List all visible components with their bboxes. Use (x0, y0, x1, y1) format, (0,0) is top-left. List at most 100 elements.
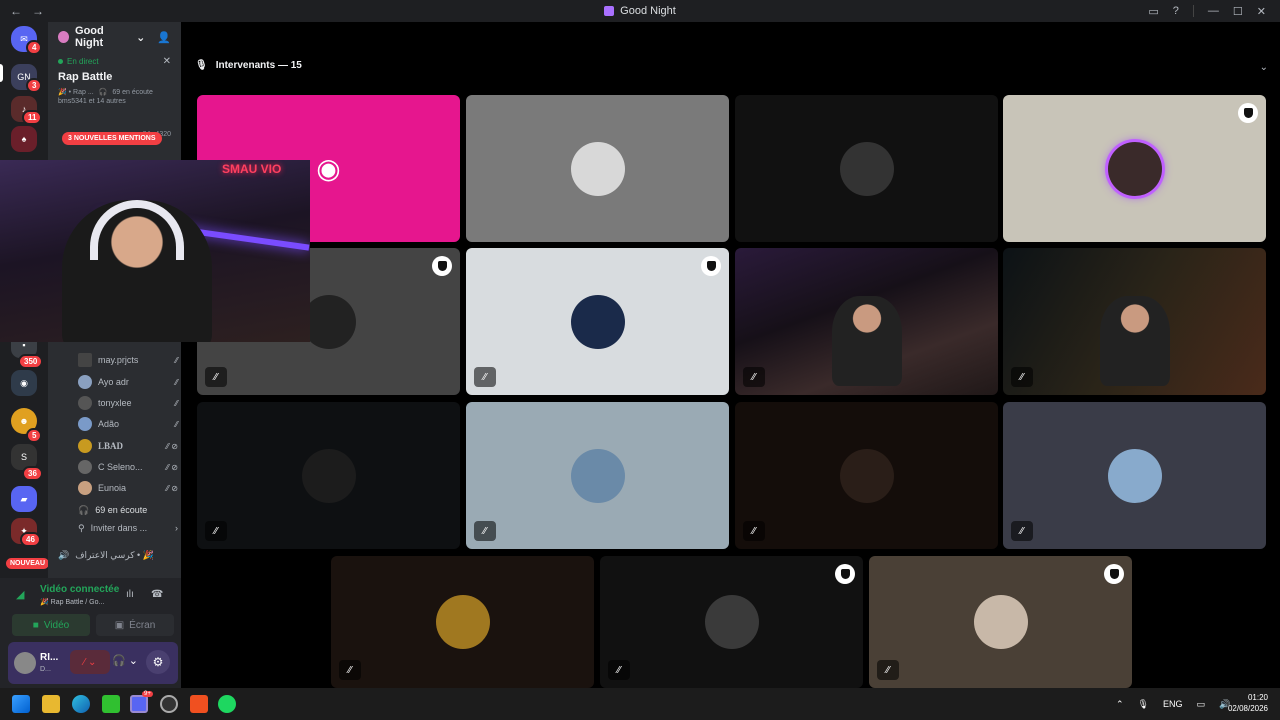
participant-tile[interactable]: ⁄⁄ (735, 248, 998, 395)
live-label: En direct (67, 57, 99, 66)
voice-status: Vidéo connectée (40, 584, 120, 595)
list-item[interactable]: LBAD ⁄⁄ ⊘ (78, 436, 178, 456)
guild-header[interactable]: Good Night ⌄ 👤 (48, 22, 181, 52)
avatar (839, 141, 894, 196)
edge-icon[interactable] (72, 695, 90, 713)
chevron-down-icon[interactable]: ⌄ (1260, 62, 1268, 73)
file-explorer-icon[interactable] (42, 695, 60, 713)
list-item[interactable]: Adão ⁄⁄ (78, 414, 178, 434)
chevron-up-icon[interactable]: ⌃ (1116, 699, 1124, 710)
participant-tile[interactable]: ⁄⁄ (735, 402, 998, 549)
participant-tile[interactable] (1003, 95, 1266, 242)
network-icon[interactable]: ▭ (1197, 699, 1206, 710)
signal-icon[interactable]: ◢ (16, 588, 24, 601)
avatar (78, 439, 92, 453)
participant-tile[interactable]: ⁄⁄ (869, 556, 1132, 688)
avatar (78, 481, 92, 495)
soundboard-icon[interactable]: ılı (126, 589, 134, 600)
microphone-icon[interactable]: 🎙 (1138, 699, 1149, 710)
live-dot (58, 59, 63, 64)
avatar (78, 353, 92, 367)
maximize-button[interactable]: ☐ (1233, 5, 1243, 18)
invite-row[interactable]: ⚲ Inviter dans ... › (78, 518, 178, 538)
server-badge: 46 (20, 532, 41, 547)
server-badge: 11 (22, 110, 43, 125)
add-member-icon[interactable]: 👤 (157, 31, 171, 44)
folder-icon[interactable]: ▰ (11, 486, 37, 512)
user-name: RI... (40, 652, 59, 663)
mic-muted-icon: ⁄⁄ (339, 660, 361, 680)
back-arrow-icon[interactable]: ← (10, 4, 22, 18)
avatar (1107, 448, 1162, 503)
participant-tile[interactable]: ⁄⁄ (1003, 248, 1266, 395)
play-store-icon[interactable] (102, 695, 120, 713)
participant-tile[interactable]: ⁄⁄ (1003, 402, 1266, 549)
video-button[interactable]: ■ Vidéo (12, 614, 90, 636)
disconnect-icon[interactable]: ☎ (151, 589, 163, 600)
forward-arrow-icon[interactable]: → (32, 4, 44, 18)
mic-muted-icon: ⁄⁄ (474, 521, 496, 541)
language-indicator[interactable]: ENG (1163, 699, 1183, 709)
minimize-button[interactable]: — (1208, 5, 1219, 17)
server-icon[interactable]: ◉ (11, 370, 37, 396)
headphones-icon[interactable]: 🎧 ⌄ (112, 654, 138, 667)
user-status: D... (40, 666, 51, 673)
inbox-icon[interactable]: ▭ (1148, 5, 1158, 18)
server-badge: 3 (26, 78, 43, 93)
list-item[interactable]: tonyxlee ⁄⁄ (78, 393, 178, 413)
discord-badge: 9+ (142, 691, 153, 697)
list-item[interactable]: Eunoia ⁄⁄ ⊘ (78, 478, 178, 498)
guild-icon (58, 31, 70, 43)
close-button[interactable]: ✕ (1257, 5, 1266, 18)
listener-row[interactable]: 🎧 69 en écoute (78, 500, 178, 520)
mic-muted-icon: ⁄⁄ (175, 398, 178, 408)
close-icon[interactable]: ✕ (163, 56, 171, 67)
picture-in-picture-video[interactable]: SMAU VIO (0, 160, 310, 342)
voice-channel-item[interactable]: 🔊 كرسي الاعتراف • 🎉 (58, 545, 178, 565)
participant-tile[interactable] (466, 95, 729, 242)
participant-tile[interactable]: ⁄⁄ (466, 248, 729, 395)
participant-tile[interactable]: ⁄⁄ (600, 556, 863, 688)
list-item[interactable]: Ayo adr ⁄⁄ (78, 372, 178, 392)
system-clock[interactable]: 01:20 02/08/2026 (1228, 692, 1268, 714)
avatar (704, 595, 759, 649)
gear-icon[interactable]: ⚙ (146, 650, 170, 674)
divider (1192, 5, 1194, 17)
participant-tile[interactable]: ⁄⁄ (466, 402, 729, 549)
screen-share-button[interactable]: ▣ Écran (96, 614, 174, 636)
list-item[interactable]: C Seleno... ⁄⁄ ⊘ (78, 457, 178, 477)
avatar (78, 417, 92, 431)
chevron-down-icon: ⌄ (136, 31, 146, 44)
stage-topic: 🎉 • Rap ... (58, 89, 94, 96)
help-icon[interactable]: ? (1173, 5, 1179, 17)
brave-icon[interactable] (190, 695, 208, 713)
mic-muted-icon[interactable]: ⁄ ⌄ (70, 650, 110, 674)
speaker-icon: 🔊 (58, 549, 70, 560)
app-icon[interactable] (160, 695, 178, 713)
screen-icon: ▣ (114, 619, 125, 631)
microphone-icon: 🎙 (195, 60, 208, 71)
mic-muted-icon: ⁄⁄ (175, 419, 178, 429)
new-mentions-pill[interactable]: 3 NOUVELLES MENTIONS (62, 132, 162, 145)
participant-tile[interactable]: ⁄⁄ (197, 402, 460, 549)
mic-muted-icon: ⁄⁄ (743, 521, 765, 541)
list-item[interactable]: may.prjcts ⁄⁄ (78, 350, 178, 370)
discord-taskbar-icon[interactable] (130, 695, 148, 713)
server-badge: 350 (18, 354, 44, 369)
participant-tile[interactable]: ⁄⁄ (331, 556, 594, 688)
windows-start-icon[interactable] (12, 695, 30, 713)
mic-muted-icon: ⁄⁄ ⊘ (166, 483, 178, 493)
title-bar: ← → Good Night ▭ ? — ☐ ✕ (0, 0, 1280, 22)
server-badge: 5 (26, 428, 43, 443)
mic-muted-icon: ⁄⁄ (608, 660, 630, 680)
avatar[interactable] (14, 652, 36, 674)
moderator-shield-icon (701, 256, 721, 276)
participant-tile[interactable] (735, 95, 998, 242)
guild-name: Good Night (75, 25, 104, 49)
spotify-icon[interactable] (218, 695, 236, 713)
moderator-shield-icon (1238, 103, 1258, 123)
stage-title[interactable]: Rap Battle (48, 67, 181, 87)
voice-channel-path[interactable]: 🎉 Rap Battle / Go... (40, 598, 104, 606)
mic-muted-icon: ⁄⁄ (877, 660, 899, 680)
server-icon[interactable]: ♠ (11, 126, 37, 152)
